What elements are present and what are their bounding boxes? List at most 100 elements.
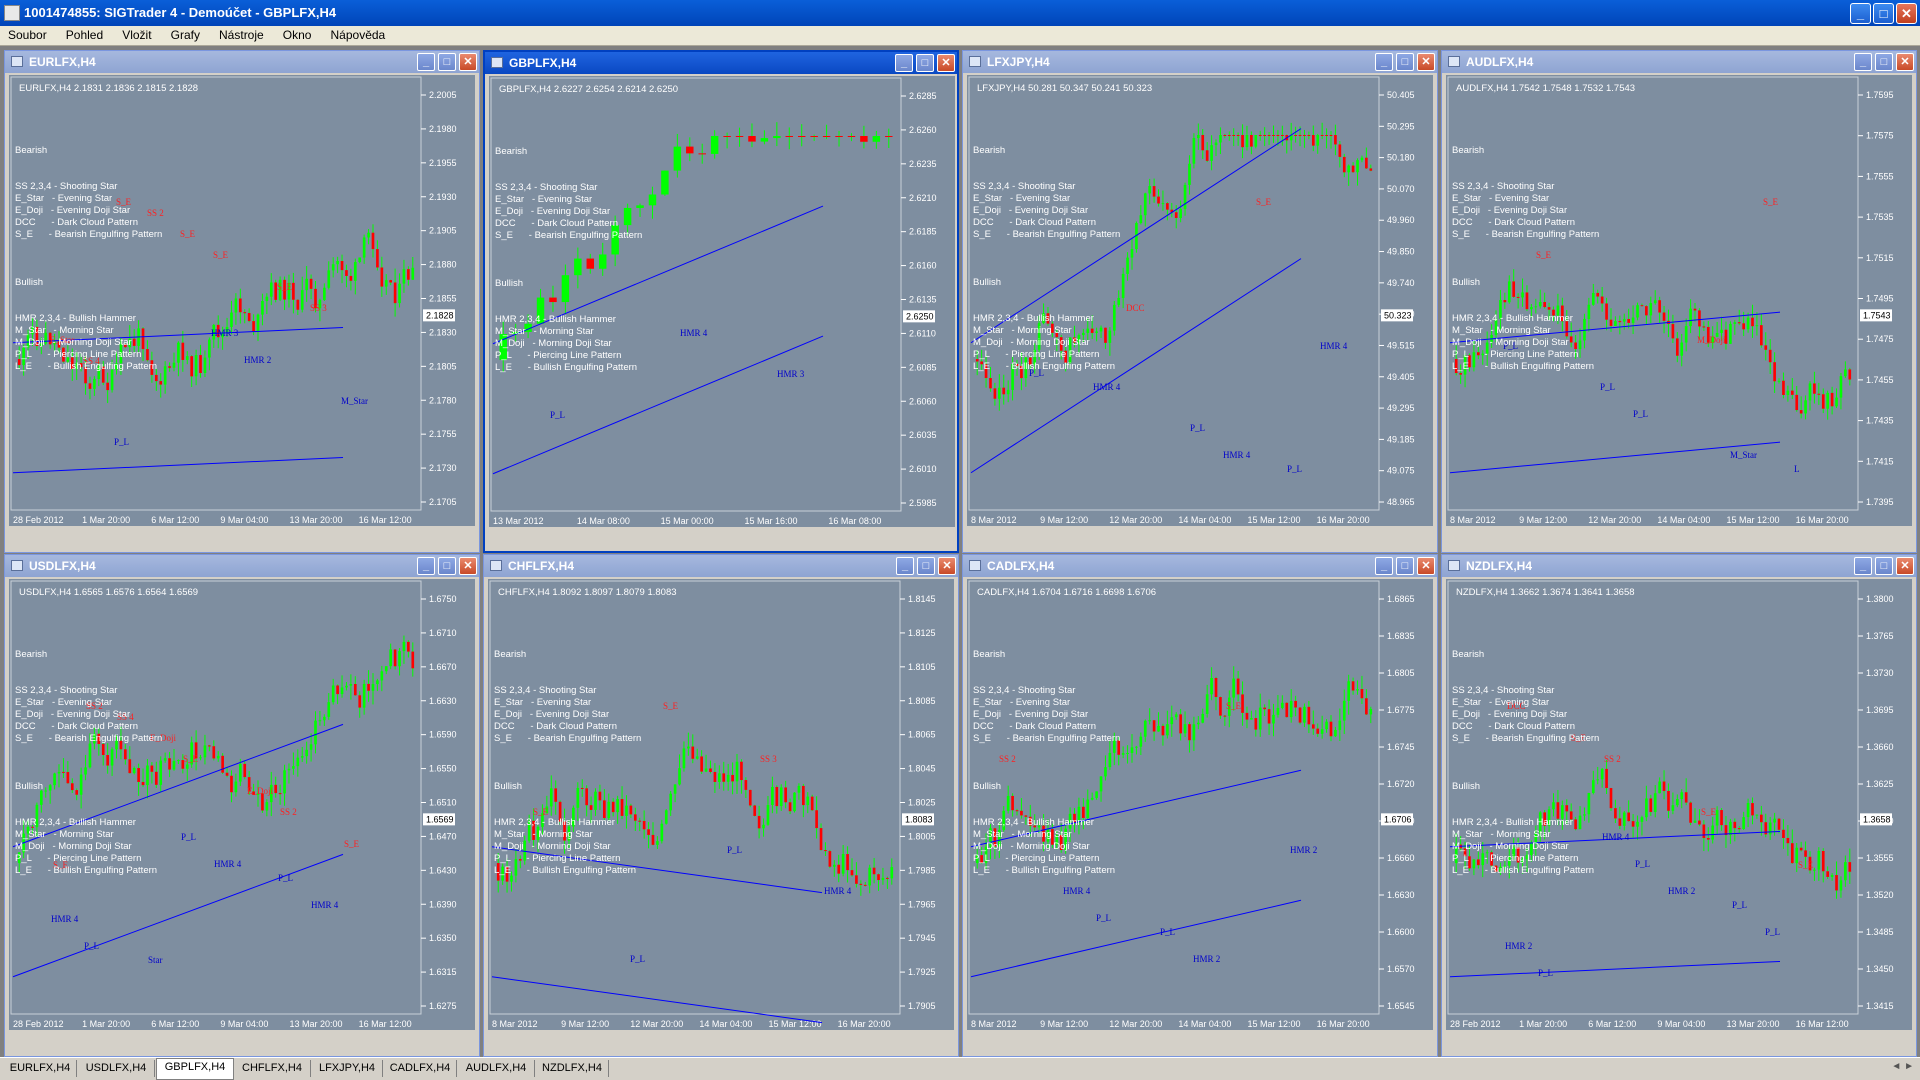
- legend-bullish-heading: Bullish: [15, 277, 43, 288]
- candle-body-bull: [1338, 720, 1342, 730]
- legend-bullish-item: HMR 2,3,4 - Bullish Hammer: [973, 313, 1094, 324]
- tab-audlfx[interactable]: AUDLFX,H4: [458, 1060, 535, 1077]
- tab-gbplfx[interactable]: GBPLFX,H4: [156, 1058, 234, 1080]
- menu-grafy[interactable]: Grafy: [163, 26, 208, 42]
- chart-window-gbplfx[interactable]: GBPLFX,H4 _ □ ✕ 2.6285 2.6260 2.6235 2.6210…: [483, 50, 959, 553]
- candle-body-bear: [1693, 308, 1697, 311]
- chart-close-button[interactable]: ✕: [459, 53, 477, 71]
- candle-body-bull: [1693, 820, 1697, 823]
- legend-bearish-item: E_Doji - Evening Doji Star: [15, 709, 131, 720]
- candle-body-bear: [859, 883, 863, 885]
- candle-body-bear: [1684, 792, 1688, 803]
- candle-body-bull: [1196, 135, 1200, 139]
- menu-napoveda[interactable]: Nápověda: [323, 26, 394, 42]
- pattern-legend: Bearish SS 2,3,4 - Shooting Star E_Star -…: [1452, 625, 1599, 901]
- menu-soubor[interactable]: Soubor: [0, 26, 55, 42]
- chart-window-titlebar[interactable]: LFXJPY,H4 _ □ ✕: [963, 51, 1437, 73]
- chart-window-audlfx[interactable]: AUDLFX,H4 _ □ ✕ 1.7595 1.7575 1.7555 1.7535…: [1441, 50, 1917, 553]
- chart-minimize-button[interactable]: _: [895, 54, 913, 72]
- chart-close-button[interactable]: ✕: [938, 557, 956, 575]
- candle-body-bear: [1307, 135, 1311, 136]
- chart-window-titlebar[interactable]: GBPLFX,H4 _ □ ✕: [485, 52, 957, 74]
- chart-close-button[interactable]: ✕: [1896, 53, 1914, 71]
- candle-body-bull: [1170, 717, 1174, 725]
- chart-close-button[interactable]: ✕: [937, 54, 955, 72]
- tab-eurlfx[interactable]: EURLFX,H4: [4, 1060, 77, 1077]
- candle-body-bear: [1848, 862, 1852, 872]
- chart-close-button[interactable]: ✕: [459, 557, 477, 575]
- menu-pohled[interactable]: Pohled: [58, 26, 111, 42]
- chart-window-titlebar[interactable]: CADLFX,H4 _ □ ✕: [963, 555, 1437, 577]
- price-tick-label: 1.6570: [1387, 964, 1415, 974]
- chart-close-button[interactable]: ✕: [1417, 53, 1435, 71]
- close-button[interactable]: ✕: [1896, 3, 1917, 24]
- chart-window-titlebar[interactable]: AUDLFX,H4 _ □ ✕: [1442, 51, 1916, 73]
- candle-body-bear: [822, 136, 831, 137]
- chart-maximize-button[interactable]: □: [917, 557, 935, 575]
- chart-window-nzdlfx[interactable]: NZDLFX,H4 _ □ ✕ 1.3800 1.3765 1.3730 1.3695…: [1441, 554, 1917, 1057]
- tab-usdlfx[interactable]: USDLFX,H4: [78, 1060, 155, 1077]
- candle-body-bull: [1254, 135, 1258, 147]
- chart-ohlc-info: GBPLFX,H4 2.6227 2.6254 2.6214 2.6250: [499, 84, 679, 95]
- chart-window-titlebar[interactable]: USDLFX,H4 _ □ ✕: [5, 555, 479, 577]
- chart-minimize-button[interactable]: _: [417, 557, 435, 575]
- chart-window-usdlfx[interactable]: USDLFX,H4 _ □ ✕ 1.6750 1.6710 1.6670 1.6630…: [4, 554, 480, 1057]
- chart-minimize-button[interactable]: _: [1854, 557, 1872, 575]
- menu-vlozit[interactable]: Vložit: [114, 26, 159, 42]
- chart-window-lfxjpy[interactable]: LFXJPY,H4 _ □ ✕ 50.405 50.295 50.180 50.070…: [962, 50, 1438, 553]
- price-tick-label: 2.6160: [909, 261, 937, 271]
- tab-nzdlfx[interactable]: NZDLFX,H4: [536, 1060, 609, 1077]
- chart-window-eurlfx[interactable]: EURLFX,H4 _ □ ✕ 2.2005 2.1980 2.1955 2.1930…: [4, 50, 480, 553]
- pattern-marker: M_Star: [1730, 450, 1757, 460]
- menu-okno[interactable]: Okno: [275, 26, 320, 42]
- chart-close-button[interactable]: ✕: [1417, 557, 1435, 575]
- date-tick-label: 9 Mar 12:00: [561, 1019, 609, 1029]
- tab-scroll-arrows[interactable]: ◄ ►: [1891, 1061, 1914, 1072]
- candle-body-bull: [185, 764, 189, 769]
- candle-body-bull: [664, 810, 668, 824]
- chart-minimize-button[interactable]: _: [417, 53, 435, 71]
- candle-body-bear: [1285, 702, 1289, 718]
- chart-minimize-button[interactable]: _: [1854, 53, 1872, 71]
- tab-cadlfx[interactable]: CADLFX,H4: [384, 1060, 457, 1077]
- chart-window-titlebar[interactable]: NZDLFX,H4 _ □ ✕: [1442, 555, 1916, 577]
- chart-window-cadlfx[interactable]: CADLFX,H4 _ □ ✕ 1.6865 1.6835 1.6805 1.6775…: [962, 554, 1438, 1057]
- chart-maximize-button[interactable]: □: [1396, 557, 1414, 575]
- chart-maximize-button[interactable]: □: [1875, 53, 1893, 71]
- date-tick-label: 16 Mar 20:00: [1317, 515, 1370, 525]
- chart-minimize-button[interactable]: _: [1375, 557, 1393, 575]
- current-price-label: 1.6706: [1384, 814, 1412, 824]
- chart-window-chflfx[interactable]: CHFLFX,H4 _ □ ✕ 1.8145 1.8125 1.8105 1.8085…: [483, 554, 959, 1057]
- candle-body-bull: [411, 267, 415, 280]
- legend-bearish-item: SS 2,3,4 - Shooting Star: [15, 685, 118, 696]
- tab-lfxjpy[interactable]: LFXJPY,H4: [312, 1060, 383, 1077]
- chart-close-button[interactable]: ✕: [1896, 557, 1914, 575]
- tab-chflfx[interactable]: CHFLFX,H4: [234, 1060, 311, 1077]
- pattern-legend: Bearish SS 2,3,4 - Shooting Star E_Star -…: [1452, 121, 1599, 397]
- chart-minimize-button[interactable]: _: [896, 557, 914, 575]
- candle-body-bull: [331, 264, 335, 271]
- legend-bearish-item: E_Star - Evening Star: [15, 697, 113, 708]
- chart-maximize-button[interactable]: □: [1875, 557, 1893, 575]
- date-tick-label: 8 Mar 2012: [1450, 515, 1496, 525]
- maximize-button[interactable]: □: [1873, 3, 1894, 24]
- menu-nastroje[interactable]: Nástroje: [211, 26, 272, 42]
- chart-window-titlebar[interactable]: EURLFX,H4 _ □ ✕: [5, 51, 479, 73]
- chart-maximize-button[interactable]: □: [438, 557, 456, 575]
- chart-maximize-button[interactable]: □: [1396, 53, 1414, 71]
- price-tick-label: 2.6035: [909, 430, 937, 440]
- candle-body-bull: [687, 746, 690, 749]
- pattern-marker: HMR 2: [244, 355, 271, 365]
- candle-body-bull: [841, 854, 845, 874]
- candle-body-bear: [1161, 725, 1165, 736]
- chart-ohlc-info: USDLFX,H4 1.6565 1.6576 1.6564 1.6569: [19, 587, 199, 598]
- price-tick-label: 2.1955: [429, 158, 457, 168]
- candle-body-bear: [1267, 135, 1271, 136]
- chart-maximize-button[interactable]: □: [438, 53, 456, 71]
- chart-minimize-button[interactable]: _: [1375, 53, 1393, 71]
- chart-window-titlebar[interactable]: CHFLFX,H4 _ □ ✕: [484, 555, 958, 577]
- minimize-button[interactable]: _: [1850, 3, 1871, 24]
- legend-bearish-item: S_E - Bearish Engulfing Pattern: [973, 229, 1121, 240]
- chart-maximize-button[interactable]: □: [916, 54, 934, 72]
- candle-body-bear: [1821, 394, 1825, 409]
